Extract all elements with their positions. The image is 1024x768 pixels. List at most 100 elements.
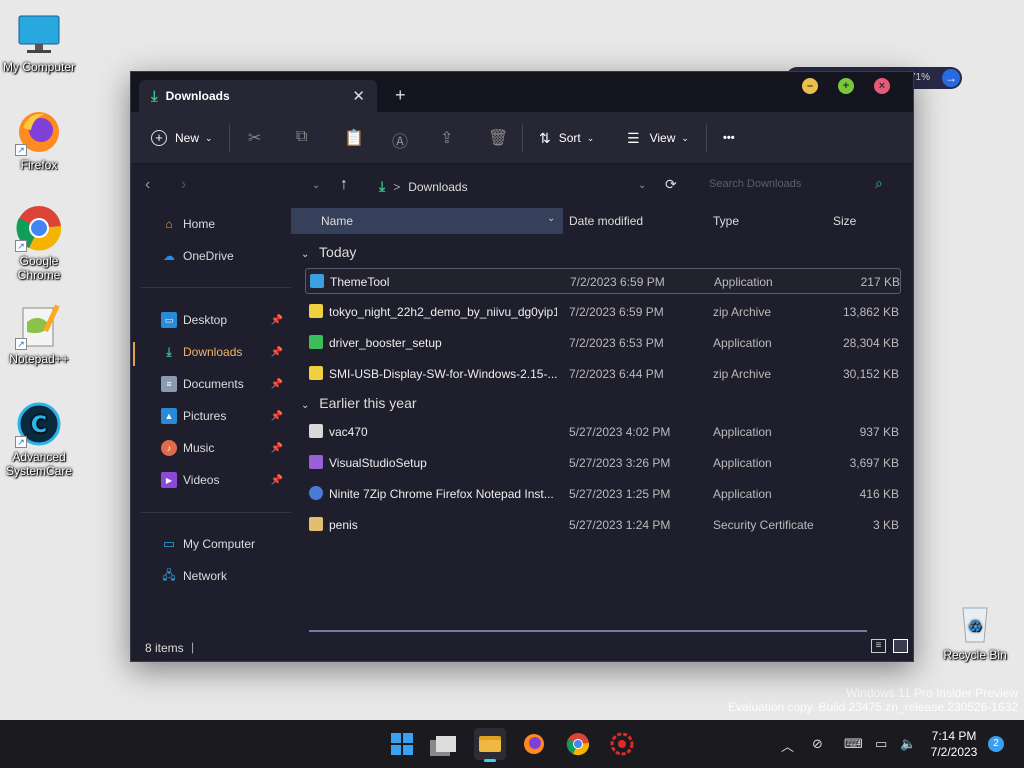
new-tab-button[interactable]: + <box>395 85 406 106</box>
sidebar-item-home[interactable]: ⌂ Home <box>161 212 291 236</box>
build-watermark: Windows 11 Pro Insider Preview Evaluatio… <box>728 686 1018 714</box>
back-arrow-icon[interactable]: ‹ <box>145 176 150 194</box>
close-window-button[interactable]: × <box>874 78 890 94</box>
application-icon <box>310 274 324 288</box>
volume-icon[interactable]: 🔈 <box>900 736 916 752</box>
zip-archive-icon <box>309 304 323 318</box>
up-arrow-icon[interactable]: ↑ <box>340 176 348 194</box>
maximize-button[interactable]: + <box>838 78 854 94</box>
details-view-icon[interactable]: ≡ <box>871 639 886 653</box>
pin-icon[interactable]: 📌 <box>271 443 283 454</box>
chevron-up-icon[interactable]: ︿ <box>781 736 794 755</box>
cut-icon[interactable]: ✂ <box>248 128 261 148</box>
close-tab-icon[interactable]: ✕ <box>352 87 365 105</box>
sidebar-item-pictures[interactable]: ▲ Pictures 📌 <box>161 404 291 428</box>
pin-icon[interactable]: 📌 <box>271 411 283 422</box>
table-row[interactable]: VisualStudioSetup 5/27/2023 3:26 PM Appl… <box>305 450 901 476</box>
column-header-name[interactable]: Name ⌄ <box>291 208 563 234</box>
copy-icon[interactable]: ⧉ <box>296 128 307 146</box>
desktop-icon-my-computer[interactable]: My Computer <box>0 10 78 74</box>
task-view-button[interactable] <box>430 728 462 760</box>
breadcrumb[interactable]: ⤓ > Downloads <box>379 178 468 195</box>
table-row[interactable]: penis 5/27/2023 1:24 PM Security Certifi… <box>305 512 901 538</box>
rename-icon[interactable]: Ⓐ <box>392 128 408 152</box>
table-row[interactable]: vac470 5/27/2023 4:02 PM Application 937… <box>305 419 901 445</box>
group-header-earlier[interactable]: ⌄ Earlier this year <box>301 395 417 411</box>
sort-label: Sort <box>558 131 581 145</box>
keyboard-icon[interactable]: ⌨ <box>844 736 863 752</box>
chevron-down-icon: ⌄ <box>205 132 213 143</box>
column-header-type[interactable]: Type <box>713 214 739 228</box>
toolbar-separator <box>522 124 523 152</box>
table-row[interactable]: driver_booster_setup 7/2/2023 6:53 PM Ap… <box>305 330 901 356</box>
breadcrumb-current: Downloads <box>408 179 468 194</box>
desktop-icon-advanced-systemcare[interactable]: C ↗ Advanced SystemCare <box>0 400 78 478</box>
desktop-icon-chrome[interactable]: ↗ Google Chrome <box>0 204 78 282</box>
desktop-icon-recycle-bin[interactable]: ♻ Recycle Bin <box>936 598 1014 662</box>
table-row[interactable]: SMI-USB-Display-SW-for-Windows-2.15-... … <box>305 361 901 387</box>
table-row[interactable]: Ninite 7Zip Chrome Firefox Notepad Inst.… <box>305 481 901 507</box>
desktop-icon-notepadpp[interactable]: ↗ Notepad++ <box>0 302 78 366</box>
ninite-icon <box>309 486 323 500</box>
breadcrumb-separator: > <box>393 179 401 194</box>
pin-icon[interactable]: 📌 <box>271 379 283 390</box>
sidebar-item-videos[interactable]: ▶ Videos 📌 <box>161 468 291 492</box>
firefox-icon: ↗ <box>15 108 63 156</box>
desktop-icon-label: Notepad++ <box>9 352 69 366</box>
sidebar-item-desktop[interactable]: ▭ Desktop 📌 <box>161 308 291 332</box>
download-icon: ⤓ <box>151 87 158 105</box>
sidebar-item-music[interactable]: ♪ Music 📌 <box>161 436 291 460</box>
recent-chevron-icon[interactable]: ⌄ <box>312 180 320 191</box>
new-button[interactable]: + New ⌄ <box>151 112 213 164</box>
paste-icon[interactable]: 📋 <box>344 128 364 148</box>
search-icon[interactable]: ⌕ <box>875 175 883 192</box>
view-button[interactable]: ☰ View ⌄ <box>627 112 689 164</box>
download-icon: ⤓ <box>379 178 386 194</box>
pin-icon[interactable]: 📌 <box>271 347 283 358</box>
sidebar-item-documents[interactable]: ≡ Documents 📌 <box>161 372 291 396</box>
delete-icon[interactable]: 🗑 <box>488 128 508 148</box>
tab-downloads[interactable]: ⤓ Downloads ✕ <box>139 80 377 112</box>
refresh-icon[interactable]: ⟳ <box>665 176 677 193</box>
monitor-icon: ▭ <box>162 536 176 551</box>
recycle-bin-icon: ♻ <box>951 598 999 646</box>
application-icon <box>309 424 323 438</box>
monitor-icon <box>15 10 63 58</box>
display-icon[interactable]: ▭ <box>875 736 887 752</box>
zip-archive-icon <box>309 366 323 380</box>
forward-arrow-icon[interactable]: › <box>181 176 186 194</box>
horizontal-scrollbar[interactable] <box>309 630 867 632</box>
sidebar-item-downloads[interactable]: ⤓ Downloads 📌 <box>161 340 291 364</box>
minimize-button[interactable]: – <box>802 78 818 94</box>
sort-button[interactable]: ⇅ Sort ⌄ <box>539 112 594 164</box>
red-gear-icon <box>610 732 634 756</box>
start-button[interactable] <box>386 728 418 760</box>
clock[interactable]: 7:14 PM 7/2/2023 <box>924 728 984 760</box>
document-icon: ≡ <box>161 376 177 392</box>
sidebar-item-my-computer[interactable]: ▭ My Computer <box>161 532 291 556</box>
pin-icon[interactable]: 📌 <box>271 315 283 326</box>
more-options-button[interactable]: ••• <box>723 112 735 164</box>
desktop-icon-label: Firefox <box>20 158 58 172</box>
taskbar-firefox[interactable] <box>518 728 550 760</box>
column-header-date[interactable]: Date modified <box>569 214 643 228</box>
pin-icon[interactable]: 📌 <box>271 475 283 486</box>
group-header-today[interactable]: ⌄ Today <box>301 244 356 260</box>
svg-text:♻: ♻ <box>968 617 982 636</box>
notification-badge[interactable]: 2 <box>988 736 1004 752</box>
desktop-icon-firefox[interactable]: ↗ Firefox <box>0 108 78 172</box>
tiles-view-icon[interactable] <box>893 639 908 653</box>
taskbar-chrome[interactable] <box>562 728 594 760</box>
sidebar-item-onedrive[interactable]: ☁ OneDrive <box>161 244 291 268</box>
share-icon[interactable]: ⇪ <box>440 128 453 148</box>
view-label: View <box>649 131 676 145</box>
taskbar-app-red[interactable] <box>606 728 638 760</box>
network-off-icon[interactable]: ⊘ <box>812 736 823 752</box>
table-row[interactable]: tokyo_night_22h2_demo_by_niivu_dg0yip1 7… <box>305 299 901 325</box>
sidebar-item-network[interactable]: 🖧 Network <box>161 564 291 588</box>
address-chevron-icon[interactable]: ⌄ <box>638 180 646 191</box>
table-row[interactable]: ThemeTool 7/2/2023 6:59 PM Application 2… <box>305 268 901 294</box>
column-header-size[interactable]: Size <box>833 214 856 228</box>
search-placeholder[interactable]: Search Downloads <box>709 178 801 190</box>
taskbar-file-explorer[interactable] <box>474 728 506 762</box>
